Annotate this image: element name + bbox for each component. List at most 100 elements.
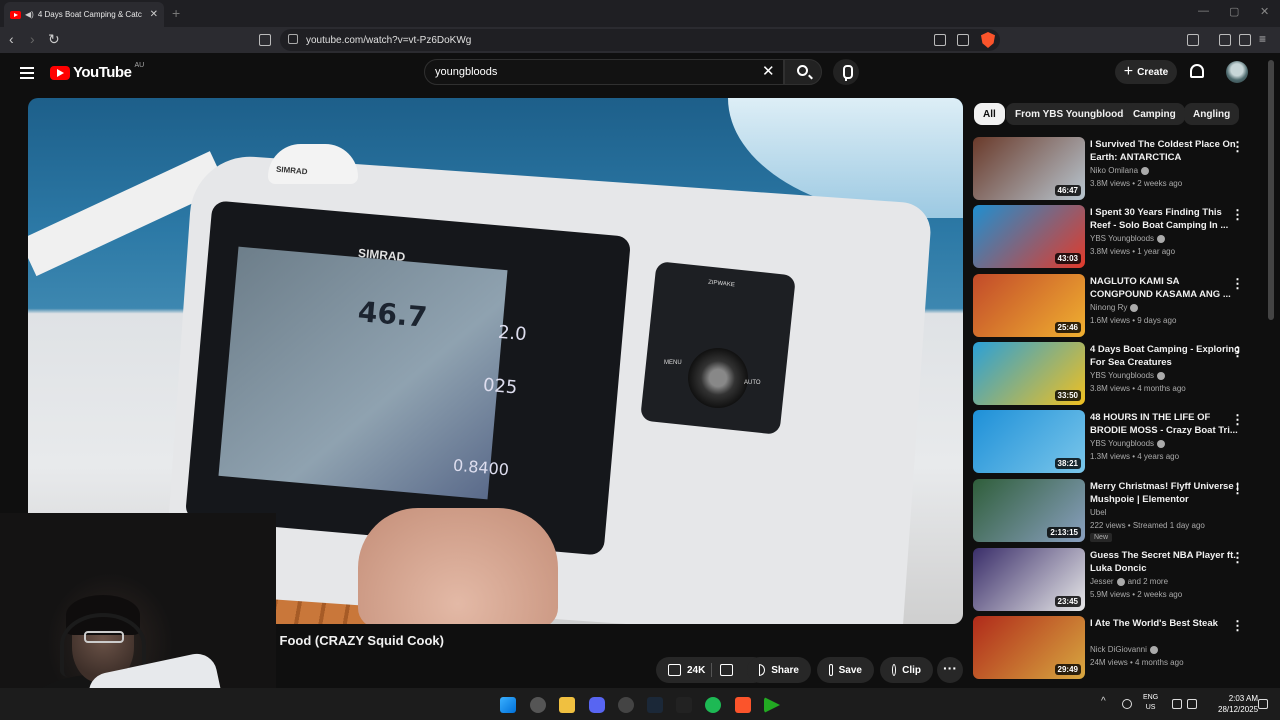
video-thumbnail[interactable]: 25:46 (973, 274, 1085, 337)
discord-icon[interactable] (589, 697, 605, 713)
network-icon[interactable] (1172, 699, 1182, 709)
share-button[interactable]: Share (747, 657, 811, 683)
recommendation-meta: 1.6M views • 9 days ago (1090, 316, 1177, 325)
chip-angling[interactable]: Angling (1184, 103, 1240, 125)
audio-icon[interactable]: ◀) (25, 10, 34, 19)
guide-menu-icon[interactable] (20, 67, 34, 79)
youtube-masthead: YouTube AU youngbloods ✕ + Create (0, 53, 1280, 93)
video-thumbnail[interactable]: 38:21 (973, 410, 1085, 473)
video-thumbnail[interactable]: 43:03 (973, 205, 1085, 268)
youtube-logo[interactable]: YouTube AU (50, 62, 144, 81)
site-info-icon[interactable] (288, 34, 298, 44)
tray-overflow-icon[interactable]: ^ (1101, 696, 1106, 707)
dislike-button[interactable] (712, 657, 740, 683)
recommendation-channel[interactable]: YBS Youngbloods (1090, 371, 1166, 380)
search-button[interactable] (784, 59, 822, 85)
recommendation-title[interactable]: Merry Christmas! Flyff Universe | Mushpo… (1090, 480, 1240, 506)
recommendation-title[interactable]: I Survived The Coldest Place On Earth: A… (1090, 138, 1240, 164)
media-icon[interactable] (1219, 34, 1231, 46)
recommendation-channel[interactable]: Ninong Ry (1090, 303, 1139, 312)
minimize-button[interactable]: — (1198, 5, 1209, 17)
video-thumbnail[interactable]: 29:49 (973, 616, 1085, 679)
recommendation-item[interactable]: 29:49 I Ate The World's Best Steak Nick Di… (973, 616, 1263, 680)
create-button[interactable]: + Create (1115, 60, 1177, 84)
widgets-icon[interactable] (530, 697, 546, 713)
recommendation-channel[interactable]: YBS Youngbloods (1090, 234, 1166, 243)
back-button[interactable]: ‹ (9, 31, 14, 47)
recommendation-item[interactable]: 2:13:15 Merry Christmas! Flyff Universe |… (973, 479, 1263, 543)
more-options-icon[interactable]: ⋮ (1231, 276, 1244, 292)
recommendation-channel[interactable]: Niko Omilana (1090, 166, 1150, 175)
chip-camping[interactable]: Camping (1124, 103, 1185, 125)
cast-icon[interactable] (934, 34, 946, 46)
recommendation-title[interactable]: 4 Days Boat Camping - Exploring For Sea … (1090, 343, 1240, 369)
more-options-icon[interactable]: ⋮ (1231, 412, 1244, 428)
more-options-icon[interactable]: ⋮ (1231, 481, 1244, 497)
address-bar[interactable]: youtube.com/watch?v=vt-Pz6DoKWg (280, 29, 1000, 51)
notifications-bell-icon[interactable] (1190, 64, 1204, 78)
reload-button[interactable]: ↻ (48, 31, 60, 48)
video-duration: 43:03 (1054, 253, 1081, 264)
recommendation-item[interactable]: 46:47 I Survived The Coldest Place On Ear… (973, 137, 1263, 201)
search-input[interactable]: youngbloods (424, 59, 784, 85)
more-options-icon[interactable]: ⋮ (1231, 207, 1244, 223)
voice-search-icon[interactable] (833, 59, 859, 85)
recommendation-title[interactable]: 48 HOURS IN THE LIFE OF BRODIE MOSS - Cr… (1090, 411, 1240, 437)
recommendation-item[interactable]: 23:45 Guess The Secret NBA Player ft. Luk… (973, 548, 1263, 612)
recommendation-channel[interactable]: Nick DiGiovanni (1090, 645, 1158, 654)
language-indicator[interactable]: ENG US (1143, 693, 1158, 713)
maximize-button[interactable]: ▢ (1229, 5, 1239, 18)
browser-app-icon[interactable] (618, 697, 634, 713)
recommendation-item[interactable]: 25:46 NAGLUTO KAMI SA CONGPOUND KASAMA AN… (973, 274, 1263, 338)
sidebar-toggle-icon[interactable] (1187, 34, 1199, 46)
clip-button[interactable]: Clip (880, 657, 933, 683)
notification-center-icon[interactable] (1258, 699, 1268, 709)
browser-tab[interactable]: ◀) 4 Days Boat Camping & Catc ✕ (4, 2, 164, 27)
more-options-icon[interactable]: ⋮ (1231, 344, 1244, 360)
account-avatar[interactable] (1226, 61, 1248, 83)
recommendation-channel[interactable]: Ubel (1090, 508, 1106, 517)
video-thumbnail[interactable]: 33:50 (973, 342, 1085, 405)
bookmark-icon[interactable] (259, 34, 271, 46)
brave-icon[interactable] (735, 697, 751, 713)
video-thumbnail[interactable]: 23:45 (973, 548, 1085, 611)
display-heading: 025 (482, 374, 519, 399)
video-thumbnail[interactable]: 2:13:15 (973, 479, 1085, 542)
mic-tray-icon[interactable] (1122, 699, 1132, 709)
more-options-icon[interactable]: ⋮ (1231, 139, 1244, 155)
chip-from-ybs[interactable]: From YBS Youngbloods (1006, 103, 1138, 125)
menu-icon[interactable]: ≡ (1259, 32, 1271, 46)
page-scrollbar[interactable] (1268, 60, 1274, 320)
app-g-icon[interactable] (676, 697, 692, 713)
clock[interactable]: 2:03 AM 28/12/2025 (1218, 693, 1258, 715)
start-icon[interactable] (500, 697, 516, 713)
recommendation-item[interactable]: 33:50 4 Days Boat Camping - Exploring For… (973, 342, 1263, 406)
thumbs-up-icon (668, 664, 681, 676)
tab-close-icon[interactable]: ✕ (150, 9, 158, 20)
recommendation-channel[interactable]: YBS Youngbloods (1090, 439, 1166, 448)
steam-icon[interactable] (647, 697, 663, 713)
recommendation-title[interactable]: Guess The Secret NBA Player ft. Luka Don… (1090, 549, 1240, 575)
recommendation-item[interactable]: 38:21 48 HOURS IN THE LIFE OF BRODIE MOSS… (973, 410, 1263, 474)
more-actions-button[interactable]: ··· (937, 657, 963, 683)
share-page-icon[interactable] (957, 34, 969, 46)
app-arrow-icon[interactable] (764, 697, 780, 713)
volume-icon[interactable] (1187, 699, 1197, 709)
recommendation-title[interactable]: I Spent 30 Years Finding This Reef - Sol… (1090, 206, 1240, 232)
more-options-icon[interactable]: ⋮ (1231, 618, 1244, 634)
recommendation-title[interactable]: I Ate The World's Best Steak (1090, 617, 1240, 630)
reading-list-icon[interactable] (1239, 34, 1251, 46)
forward-button[interactable]: › (30, 31, 35, 47)
recommendation-channel[interactable]: Jesser and 2 more (1090, 577, 1168, 586)
chip-all[interactable]: All (974, 103, 1005, 125)
new-tab-button[interactable]: + (172, 5, 180, 21)
close-window-button[interactable]: ✕ (1260, 5, 1269, 18)
recommendation-title[interactable]: NAGLUTO KAMI SA CONGPOUND KASAMA ANG ... (1090, 275, 1240, 301)
recommendation-item[interactable]: 43:03 I Spent 30 Years Finding This Reef … (973, 205, 1263, 269)
clear-search-icon[interactable]: ✕ (762, 62, 775, 80)
save-button[interactable]: Save (817, 657, 874, 683)
spotify-icon[interactable] (705, 697, 721, 713)
more-options-icon[interactable]: ⋮ (1231, 550, 1244, 566)
video-thumbnail[interactable]: 46:47 (973, 137, 1085, 200)
file-explorer-icon[interactable] (559, 697, 575, 713)
